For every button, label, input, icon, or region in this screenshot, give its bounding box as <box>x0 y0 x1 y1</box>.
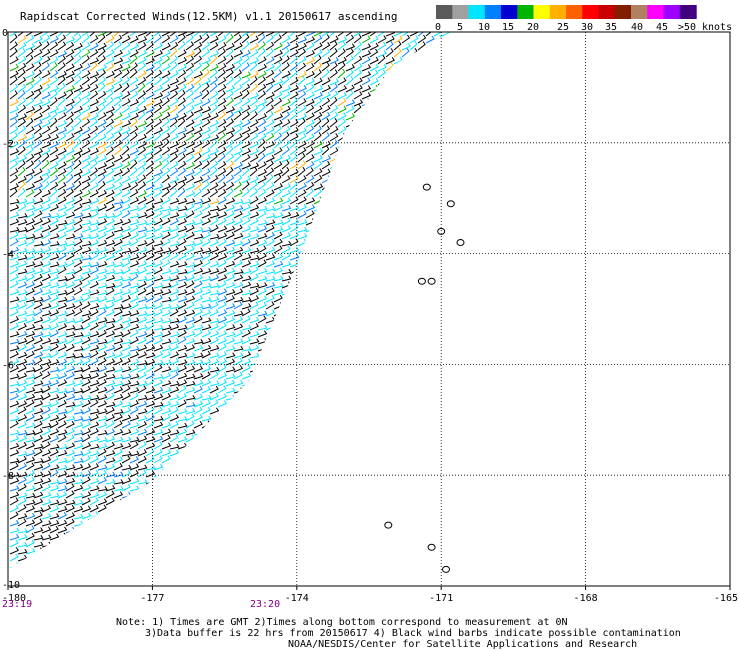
legend-swatch <box>663 5 681 19</box>
legend-swatch <box>549 5 567 19</box>
legend-swatch <box>452 5 470 19</box>
legend-label: >50 knots <box>678 22 732 33</box>
legend-label: 15 <box>502 22 514 33</box>
color-legend: 0 5 10 15 20 25 30 35 40 45 >50 knots <box>435 5 732 33</box>
legend-label: 0 <box>435 22 441 33</box>
legend-swatch <box>614 5 632 19</box>
legend-label: 10 <box>478 22 490 33</box>
legend-swatch <box>647 5 665 19</box>
legend-label: 25 <box>557 22 569 33</box>
legend-label: 30 <box>581 22 593 33</box>
legend-swatch <box>533 5 551 19</box>
legend-label: 40 <box>631 22 643 33</box>
legend-swatch <box>517 5 535 19</box>
legend-swatch <box>598 5 616 19</box>
legend-label: 5 <box>457 22 463 33</box>
legend-swatch <box>582 5 600 19</box>
legend-label: 20 <box>527 22 539 33</box>
legend-swatch <box>679 5 697 19</box>
legend-label: 35 <box>605 22 617 33</box>
chart-title: Rapidscat Corrected Winds(12.5KM) v1.1 2… <box>20 10 398 23</box>
legend-swatch <box>566 5 583 19</box>
wind-chart: Rapidscat Corrected Winds(12.5KM) v1.1 2… <box>2 5 738 604</box>
legend-swatch <box>484 5 502 19</box>
legend-swatch <box>436 5 453 19</box>
legend-swatch <box>501 5 518 19</box>
legend-label: 45 <box>656 22 668 33</box>
legend-swatch <box>631 5 648 19</box>
legend-swatch <box>468 5 486 19</box>
